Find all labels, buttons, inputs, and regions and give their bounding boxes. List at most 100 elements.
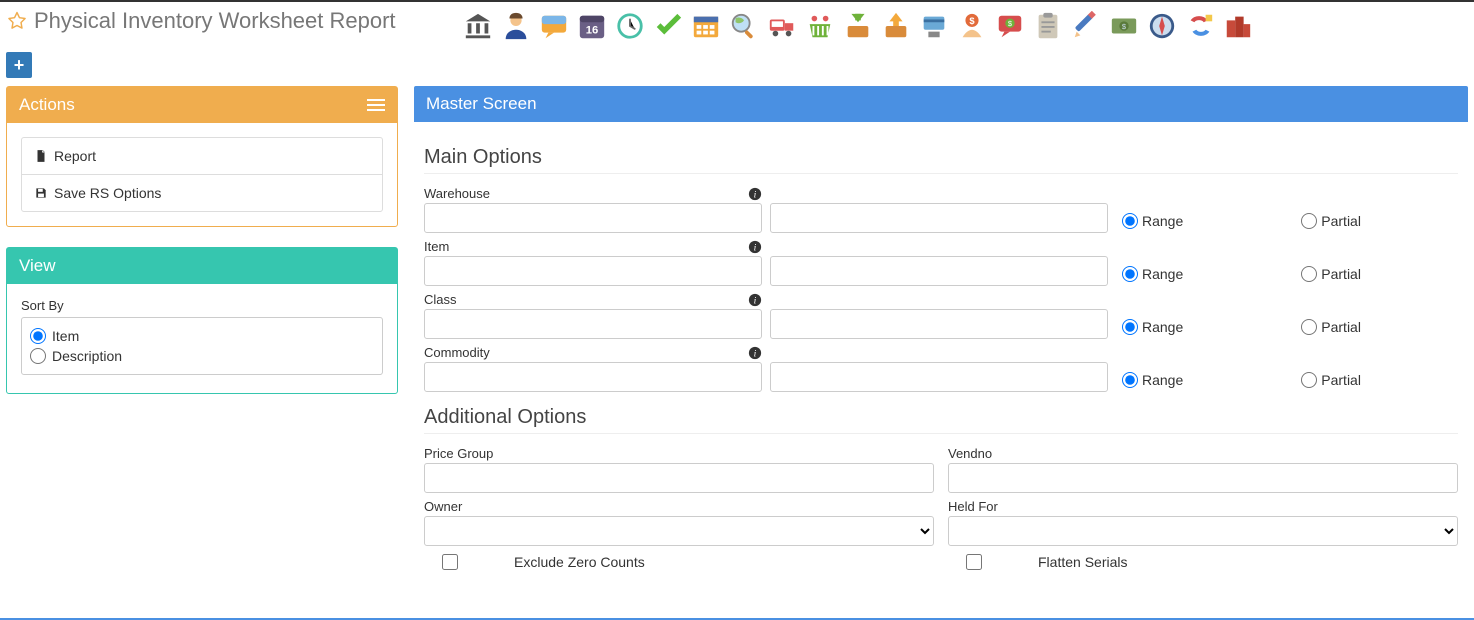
- svg-text:i: i: [754, 348, 757, 359]
- sort-by-group: Item Description: [21, 317, 383, 375]
- item-to-input[interactable]: [770, 256, 1108, 286]
- header-row: Physical Inventory Worksheet Report 16 $…: [0, 2, 1474, 42]
- screen-body: Main Options Warehouse i Range Partial: [414, 122, 1468, 588]
- cash-icon[interactable]: $: [1108, 10, 1140, 42]
- item-partial[interactable]: Partial: [1301, 266, 1361, 282]
- owner-select[interactable]: [424, 516, 934, 546]
- price-group-label: Price Group: [424, 446, 934, 461]
- flatten-serials-checkbox[interactable]: [966, 554, 982, 570]
- donate-icon[interactable]: $: [956, 10, 988, 42]
- action-save-rs[interactable]: Save RS Options: [22, 174, 382, 211]
- warehouse-to-input[interactable]: [770, 203, 1108, 233]
- item-from-input[interactable]: [424, 256, 762, 286]
- view-panel: View Sort By Item Description: [6, 247, 398, 394]
- calendar-16-icon[interactable]: 16: [576, 10, 608, 42]
- upload-box-icon[interactable]: [880, 10, 912, 42]
- compass-icon[interactable]: [1146, 10, 1178, 42]
- bank-icon[interactable]: [462, 10, 494, 42]
- additional-options-heading: Additional Options: [424, 406, 1458, 429]
- class-to-input[interactable]: [770, 309, 1108, 339]
- item-label-row: Item i: [424, 239, 762, 254]
- row-class: Class i Range Partial: [424, 292, 1458, 339]
- flatten-serials-wrap: Flatten Serials: [948, 554, 1458, 570]
- clock-icon[interactable]: [614, 10, 646, 42]
- row-commodity: Commodity i Range Partial: [424, 345, 1458, 392]
- basket-icon[interactable]: [804, 10, 836, 42]
- exclude-zero-wrap: Exclude Zero Counts: [424, 554, 934, 570]
- warehouse-label-row: Warehouse i: [424, 186, 762, 201]
- chat-icon[interactable]: [538, 10, 570, 42]
- buildings-icon[interactable]: [1222, 10, 1254, 42]
- commodity-label-row: Commodity i: [424, 345, 762, 360]
- add-button[interactable]: +: [6, 52, 32, 78]
- sort-by-item[interactable]: Item: [30, 328, 374, 344]
- class-from-input[interactable]: [424, 309, 762, 339]
- svg-text:$: $: [969, 16, 975, 26]
- warehouse-mode: Range Partial: [1116, 213, 1361, 233]
- screen-title: Master Screen: [426, 94, 537, 113]
- item-range[interactable]: Range: [1122, 266, 1183, 282]
- warehouse-range[interactable]: Range: [1122, 213, 1183, 229]
- held-for-label: Held For: [948, 499, 1458, 514]
- separator: [424, 433, 1458, 434]
- separator: [424, 173, 1458, 174]
- speech-money-icon[interactable]: $: [994, 10, 1026, 42]
- info-icon[interactable]: i: [748, 187, 762, 201]
- commodity-range[interactable]: Range: [1122, 372, 1183, 388]
- user-icon[interactable]: [500, 10, 532, 42]
- held-for-select[interactable]: [948, 516, 1458, 546]
- commodity-from-input[interactable]: [424, 362, 762, 392]
- sort-by-item-label: Item: [52, 328, 79, 344]
- card-reader-icon[interactable]: [918, 10, 950, 42]
- hamburger-icon[interactable]: [367, 99, 385, 111]
- sort-by-description[interactable]: Description: [30, 348, 374, 364]
- favorite-star-icon[interactable]: [6, 10, 28, 32]
- schedule-icon[interactable]: [690, 10, 722, 42]
- class-mode: Range Partial: [1116, 319, 1361, 339]
- row-item: Item i Range Partial: [424, 239, 1458, 286]
- item-mode: Range Partial: [1116, 266, 1361, 286]
- pencil-icon[interactable]: [1070, 10, 1102, 42]
- commodity-label: Commodity: [424, 345, 490, 360]
- flatten-serials-label: Flatten Serials: [1038, 554, 1127, 570]
- truck-icon[interactable]: [766, 10, 798, 42]
- svg-text:i: i: [754, 189, 757, 200]
- sort-by-description-label: Description: [52, 348, 122, 364]
- screen-header: Master Screen: [414, 86, 1468, 122]
- view-panel-body: Sort By Item Description: [7, 284, 397, 393]
- clipboard-icon[interactable]: [1032, 10, 1064, 42]
- info-icon[interactable]: i: [748, 240, 762, 254]
- ao-row-1: Price Group Vendno: [424, 446, 1458, 493]
- file-icon: [34, 149, 48, 163]
- title-wrap: Physical Inventory Worksheet Report: [6, 8, 396, 34]
- actions-panel-body: Report Save RS Options: [7, 123, 397, 226]
- actions-panel-header: Actions: [7, 87, 397, 123]
- info-icon[interactable]: i: [748, 346, 762, 360]
- class-partial[interactable]: Partial: [1301, 319, 1361, 335]
- vendno-input[interactable]: [948, 463, 1458, 493]
- globe-search-icon[interactable]: [728, 10, 760, 42]
- check-icon[interactable]: [652, 10, 684, 42]
- refresh-swap-icon[interactable]: [1184, 10, 1216, 42]
- action-report[interactable]: Report: [22, 138, 382, 174]
- actions-list: Report Save RS Options: [21, 137, 383, 212]
- vendno-label: Vendno: [948, 446, 1458, 461]
- download-box-icon[interactable]: [842, 10, 874, 42]
- svg-text:i: i: [754, 242, 757, 253]
- item-label: Item: [424, 239, 449, 254]
- owner-label: Owner: [424, 499, 934, 514]
- action-report-label: Report: [54, 148, 96, 164]
- svg-text:16: 16: [585, 25, 598, 37]
- price-group-input[interactable]: [424, 463, 934, 493]
- exclude-zero-checkbox[interactable]: [442, 554, 458, 570]
- sort-by-description-radio[interactable]: [30, 348, 46, 364]
- sort-by-item-radio[interactable]: [30, 328, 46, 344]
- class-range[interactable]: Range: [1122, 319, 1183, 335]
- main-options-heading: Main Options: [424, 146, 1458, 169]
- commodity-to-input[interactable]: [770, 362, 1108, 392]
- warehouse-from-input[interactable]: [424, 203, 762, 233]
- info-icon[interactable]: i: [748, 293, 762, 307]
- warehouse-partial[interactable]: Partial: [1301, 213, 1361, 229]
- commodity-partial[interactable]: Partial: [1301, 372, 1361, 388]
- app-toolbar: 16 $ $ $: [462, 10, 1254, 42]
